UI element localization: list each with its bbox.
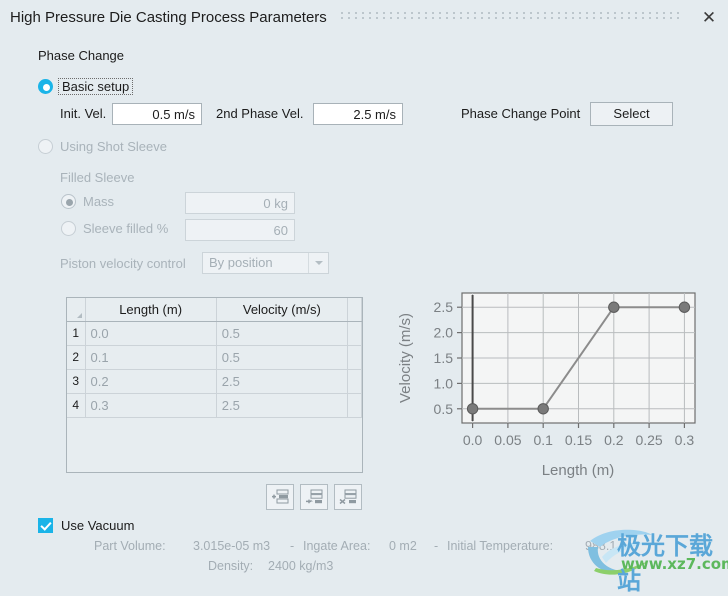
radio-using-shot-sleeve[interactable]: Using Shot Sleeve <box>38 139 167 154</box>
delete-row-icon <box>339 489 357 505</box>
separator-1: - <box>290 539 295 553</box>
delete-row-button[interactable] <box>334 484 362 510</box>
chart-x-tick-label: 0.2 <box>604 432 624 448</box>
row-number[interactable]: 3 <box>67 369 86 394</box>
initial-temperature-value: 988.1 <box>585 539 617 553</box>
chart-x-tick-label: 0.3 <box>675 432 695 448</box>
chart-y-tick-label: 1.5 <box>434 350 454 366</box>
velocity-profile-table[interactable]: Length (m) Velocity (m/s) 1 0.0 0.5 2 0.… <box>66 297 363 473</box>
second-phase-vel-input[interactable] <box>313 103 403 125</box>
cell-velocity[interactable]: 2.5 <box>216 393 349 418</box>
chart-data-point <box>466 403 479 415</box>
table-row[interactable]: 1 0.0 0.5 <box>67 321 362 346</box>
table-row[interactable]: 2 0.1 0.5 <box>67 345 362 370</box>
chevron-down-icon <box>308 253 328 273</box>
cell-length[interactable]: 0.2 <box>85 369 217 394</box>
filled-sleeve-label: Filled Sleeve <box>60 170 135 185</box>
sleeve-filled-pct-input[interactable] <box>185 219 295 241</box>
chart-y-tick-label: 2.0 <box>434 325 454 341</box>
part-volume-value: 3.015e-05 m3 <box>193 539 271 553</box>
column-header-velocity[interactable]: Velocity (m/s) <box>216 298 349 322</box>
radio-label-sleeve-filled-pct: Sleeve filled % <box>83 221 169 236</box>
title-bar: High Pressure Die Casting Process Parame… <box>0 0 728 34</box>
cell-velocity[interactable]: 0.5 <box>216 321 349 346</box>
radio-indicator-basic-setup <box>38 79 53 94</box>
piston-velocity-control-select[interactable]: By position <box>202 252 329 274</box>
phase-change-point-label: Phase Change Point <box>461 106 581 121</box>
second-phase-vel-label: 2nd Phase Vel. <box>216 106 304 121</box>
page-title: High Pressure Die Casting Process Parame… <box>10 8 327 26</box>
cell-length[interactable]: 0.0 <box>85 321 217 346</box>
column-header-spacer <box>347 298 362 322</box>
insert-row-icon <box>306 489 323 504</box>
cell-spacer <box>347 369 362 394</box>
radio-label-basic-setup: Basic setup <box>58 78 134 95</box>
init-vel-input[interactable] <box>112 103 202 125</box>
chart-x-tick-label: 0.15 <box>565 432 592 448</box>
chart-y-tick-label: 0.5 <box>434 401 454 417</box>
radio-mass[interactable]: Mass <box>61 194 114 209</box>
chart-x-tick-label: 0.05 <box>494 432 521 448</box>
ingate-area-value: 0 m2 <box>389 539 417 553</box>
radio-indicator-sleeve-filled-pct <box>61 221 76 236</box>
radio-label-mass: Mass <box>83 194 115 209</box>
piston-velocity-control-label: Piston velocity control <box>60 256 186 271</box>
radio-basic-setup[interactable]: Basic setup <box>38 78 134 95</box>
watermark-text-cn: 极光下载站 <box>617 532 713 595</box>
radio-indicator-using-shot-sleeve <box>38 139 53 154</box>
chart-y-axis-label: Velocity (m/s) <box>397 313 414 403</box>
part-volume-label: Part Volume: <box>94 539 166 553</box>
close-icon[interactable]: ✕ <box>696 4 722 30</box>
watermark-url: www.xz7.com <box>621 555 728 573</box>
drag-grip-dots-icon <box>340 12 684 22</box>
cell-length[interactable]: 0.3 <box>85 393 217 418</box>
row-number[interactable]: 2 <box>67 345 86 370</box>
row-number[interactable]: 4 <box>67 393 86 418</box>
chart-x-tick-label: 0.1 <box>533 432 553 448</box>
chart-x-tick-label: 0.0 <box>463 432 483 448</box>
column-header-length[interactable]: Length (m) <box>85 298 217 322</box>
cell-length[interactable]: 0.1 <box>85 345 217 370</box>
table-row[interactable]: 4 0.3 2.5 <box>67 393 362 418</box>
chart-data-point <box>537 403 549 415</box>
use-vacuum-label: Use Vacuum <box>61 518 135 533</box>
add-row-button[interactable] <box>266 484 294 510</box>
cell-spacer <box>347 345 362 370</box>
insert-row-button[interactable] <box>300 484 328 510</box>
chart-x-tick-label: 0.25 <box>635 432 662 448</box>
row-number[interactable]: 1 <box>67 321 86 346</box>
velocity-profile-chart: 0.0 0.05 0.1 0.15 0.2 0.25 0.3 0.5 1.0 1.5 2.0 2.5 … <box>392 285 718 481</box>
table-row[interactable]: 3 0.2 2.5 <box>67 369 362 394</box>
phase-change-group-label: Phase Change <box>38 48 125 63</box>
cell-velocity[interactable]: 2.5 <box>216 369 349 394</box>
add-row-icon <box>272 489 289 504</box>
init-vel-label: Init. Vel. <box>60 106 107 121</box>
table-header-row: Length (m) Velocity (m/s) <box>67 298 362 322</box>
select-button[interactable]: Select <box>590 102 673 126</box>
density-label: Density: <box>208 559 254 573</box>
radio-sleeve-filled-pct[interactable]: Sleeve filled % <box>61 221 168 236</box>
checkbox-indicator-use-vacuum <box>38 518 53 533</box>
chart-y-tick-label: 2.5 <box>434 299 454 315</box>
cell-velocity[interactable]: 0.5 <box>216 345 349 370</box>
table-corner-cell[interactable] <box>67 298 86 322</box>
separator-2: - <box>434 539 439 553</box>
use-vacuum-checkbox[interactable]: Use Vacuum <box>38 518 134 533</box>
radio-label-using-shot-sleeve: Using Shot Sleeve <box>60 139 167 154</box>
table-toolbar <box>266 484 362 510</box>
ingate-area-label: Ingate Area: <box>303 539 371 553</box>
watermark-swirl-icon <box>588 529 652 575</box>
cell-spacer <box>347 393 362 418</box>
chart-data-point <box>608 301 620 313</box>
radio-indicator-mass <box>61 194 76 209</box>
chart-x-axis-label: Length (m) <box>542 462 615 479</box>
piston-velocity-control-value: By position <box>209 255 273 270</box>
chart-y-tick-label: 1.0 <box>434 375 454 391</box>
density-value: 2400 kg/m3 <box>268 559 334 573</box>
cell-spacer <box>347 321 362 346</box>
mass-input[interactable] <box>185 192 295 214</box>
chart-svg: 0.0 0.05 0.1 0.15 0.2 0.25 0.30.51.01.52.02.5 … <box>397 292 696 479</box>
chart-data-point <box>678 301 691 313</box>
initial-temperature-label: Initial Temperature: <box>447 539 554 553</box>
